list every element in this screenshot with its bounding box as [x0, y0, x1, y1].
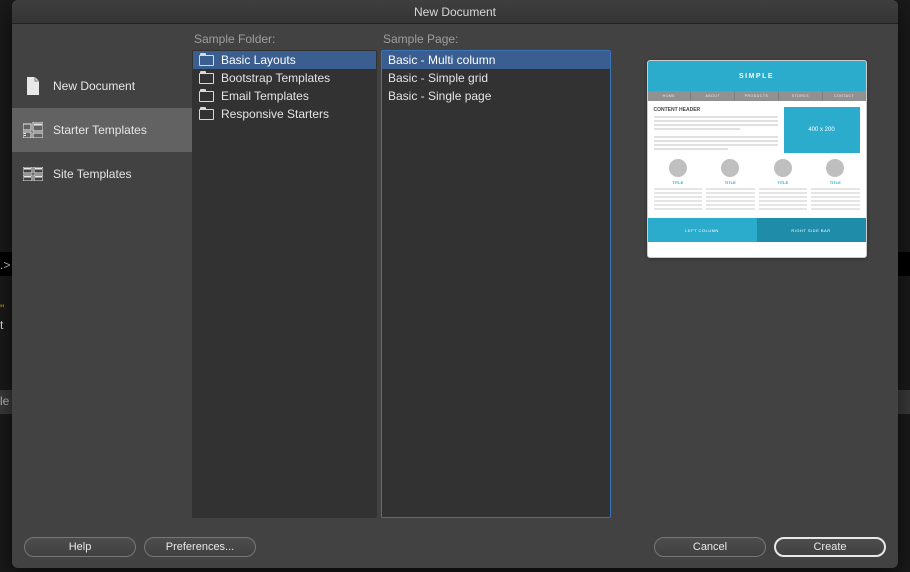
sidebar-item-new-document[interactable]: New Document [12, 64, 192, 108]
page-row-label: Basic - Multi column [388, 53, 495, 67]
folder-row-bootstrap-templates[interactable]: Bootstrap Templates [193, 69, 376, 87]
create-button[interactable]: Create [774, 537, 886, 557]
preferences-button[interactable]: Preferences... [144, 537, 256, 557]
window-title: New Document [12, 0, 898, 24]
folder-icon [199, 73, 214, 84]
folder-row-label: Basic Layouts [221, 53, 296, 67]
sidebar-item-label: New Document [53, 79, 135, 93]
sidebar-item-starter-templates[interactable]: Starter Templates [12, 108, 192, 152]
page-row-label: Basic - Simple grid [388, 71, 488, 85]
help-button[interactable]: Help [24, 537, 136, 557]
sidebar-item-label: Site Templates [53, 167, 132, 181]
template-preview: SIMPLE HOMEABOUTPRODUCTSSTORESCONTACT CO… [647, 60, 867, 258]
folder-row-label: Email Templates [221, 89, 309, 103]
document-icon [22, 77, 44, 95]
preview-hero-placeholder: 400 x 200 [784, 107, 860, 153]
sidebar-item-label: Starter Templates [53, 123, 147, 137]
page-row-simple-grid[interactable]: Basic - Simple grid [382, 69, 610, 87]
preview-header: SIMPLE [648, 61, 866, 91]
folder-row-label: Responsive Starters [221, 107, 329, 121]
cancel-button[interactable]: Cancel [654, 537, 766, 557]
sample-page-listbox[interactable]: Basic - Multi column Basic - Simple grid… [381, 50, 611, 518]
folder-row-basic-layouts[interactable]: Basic Layouts [193, 51, 376, 69]
folder-row-responsive-starters[interactable]: Responsive Starters [193, 105, 376, 123]
page-row-multi-column[interactable]: Basic - Multi column [382, 51, 610, 69]
folder-icon [199, 55, 214, 66]
sample-page-label: Sample Page: [381, 32, 611, 46]
page-row-single-page[interactable]: Basic - Single page [382, 87, 610, 105]
category-sidebar: New Document Starter Templates Site Temp… [12, 24, 192, 526]
sidebar-item-site-templates[interactable]: Site Templates [12, 152, 192, 196]
folder-icon [199, 109, 214, 120]
folder-row-email-templates[interactable]: Email Templates [193, 87, 376, 105]
preview-nav: HOMEABOUTPRODUCTSSTORESCONTACT [648, 91, 866, 101]
folder-row-label: Bootstrap Templates [221, 71, 330, 85]
new-document-dialog: New Document New Document Starter Templa… [12, 0, 898, 568]
site-templates-icon [22, 165, 44, 183]
sample-folder-label: Sample Folder: [192, 32, 377, 46]
page-row-label: Basic - Single page [388, 89, 491, 103]
sample-folder-listbox[interactable]: Basic Layouts Bootstrap Templates Email … [192, 50, 377, 518]
folder-icon [199, 91, 214, 102]
dialog-footer: Help Preferences... Cancel Create [12, 526, 898, 568]
templates-icon [22, 121, 44, 139]
